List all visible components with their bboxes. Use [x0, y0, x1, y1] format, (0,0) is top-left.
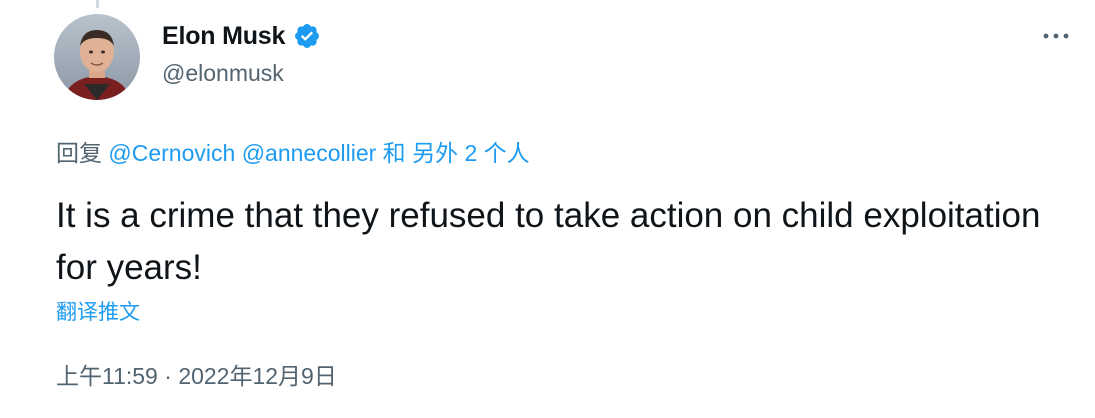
tweet-date[interactable]: 2022年12月9日 — [178, 363, 337, 389]
timestamp-separator: · — [164, 363, 172, 389]
tweet-text: It is a crime that they refused to take … — [56, 196, 1041, 287]
more-dots-icon — [1043, 33, 1069, 39]
display-name[interactable]: Elon Musk — [162, 22, 285, 51]
translate-tweet-link[interactable]: 翻译推文 — [56, 296, 140, 326]
avatar-image — [54, 14, 140, 100]
timestamp[interactable]: 上午11:59 · 2022年12月9日 — [56, 357, 337, 391]
thread-connector-line — [96, 0, 99, 8]
reply-others-link[interactable]: 另外 2 个人 — [412, 140, 530, 166]
tweet-card[interactable]: Elon Musk @elonmusk 回复 @Cernovich @annec… — [0, 0, 1095, 418]
mention-link-cernovich[interactable]: @Cernovich — [108, 140, 235, 166]
reply-prefix: 回复 — [56, 140, 102, 166]
reply-context: 回复 @Cernovich @annecollier 和 另外 2 个人 — [56, 134, 530, 168]
avatar[interactable] — [54, 14, 140, 100]
user-handle[interactable]: @elonmusk — [162, 60, 284, 87]
reply-conjunction: 和 — [382, 140, 406, 166]
tweet-time[interactable]: 上午11:59 — [56, 363, 158, 389]
verified-badge-icon — [293, 22, 321, 50]
mention-link-annecollier[interactable]: @annecollier — [242, 140, 377, 166]
author-name-row[interactable]: Elon Musk — [162, 20, 321, 52]
more-options-button[interactable] — [1036, 24, 1076, 48]
